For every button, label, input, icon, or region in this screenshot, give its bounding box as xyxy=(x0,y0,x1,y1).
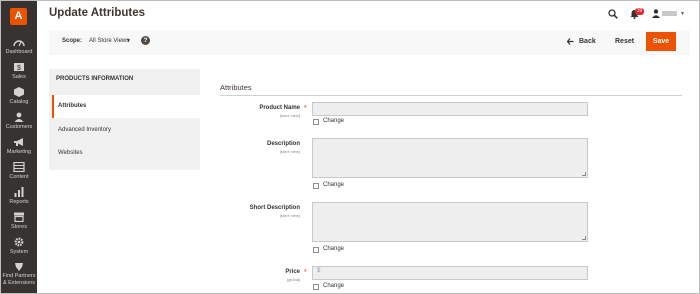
tab-websites[interactable]: Websites xyxy=(52,142,200,165)
sidebar-item-label: Catalog xyxy=(9,99,29,105)
account-name-redacted[interactable] xyxy=(662,11,677,16)
currency-symbol: $ xyxy=(317,268,321,274)
scope-note: [store view] xyxy=(279,213,300,218)
required-marker: * xyxy=(304,105,307,112)
scope-label: Scope: xyxy=(62,38,83,44)
change-label: Change xyxy=(323,283,345,289)
short-description-change-checkbox[interactable] xyxy=(313,247,319,253)
tab-attributes[interactable]: Attributes xyxy=(52,95,200,118)
sidebar-item-content[interactable]: Content xyxy=(1,162,37,181)
scope-note: [store view] xyxy=(279,113,300,118)
tab-advanced-inventory[interactable]: Advanced Inventory xyxy=(52,119,200,142)
sidebar-item-label: Customers xyxy=(5,124,33,130)
description-textarea[interactable] xyxy=(312,138,588,178)
partners-icon xyxy=(15,263,23,271)
sidebar-item-label: Reports xyxy=(9,199,29,205)
app-frame: A Dashboard $ Sales Catalog Customers Ma… xyxy=(0,0,700,294)
change-label: Change xyxy=(323,118,345,124)
scope-caret-icon[interactable]: ▼ xyxy=(126,38,131,44)
sidebar-item-system[interactable]: System xyxy=(1,237,37,256)
change-label: Change xyxy=(323,182,345,188)
svg-text:$: $ xyxy=(17,65,21,72)
page-title: Update Attributes xyxy=(49,7,146,19)
field-label-group: Short Description [store view] xyxy=(221,205,300,221)
help-icon[interactable]: ? xyxy=(141,36,150,45)
section-divider xyxy=(220,95,682,96)
resize-grip-icon[interactable] xyxy=(582,236,586,240)
product-name-label: Product Name xyxy=(259,105,300,111)
field-label-group: Description [store view] xyxy=(221,141,300,157)
price-label: Price xyxy=(285,269,300,275)
sidebar-item-partners[interactable]: Find Partners & Extensions xyxy=(1,262,37,287)
sidebar-item-label: System xyxy=(9,249,29,255)
sidebar-item-label: Stores xyxy=(11,224,27,230)
field-label-group: Price [global] xyxy=(221,269,300,285)
scope-note: [global] xyxy=(287,277,300,282)
magento-logo[interactable]: A xyxy=(10,8,27,25)
store-icon xyxy=(14,212,24,222)
sidebar-item-label: Find Partners xyxy=(2,273,36,279)
sidebar-item-label: Marketing xyxy=(6,149,32,155)
short-description-textarea[interactable] xyxy=(312,202,588,242)
change-label: Change xyxy=(323,246,345,252)
cube-icon xyxy=(14,87,24,97)
description-label: Description xyxy=(266,141,300,147)
description-change-checkbox[interactable] xyxy=(313,183,319,189)
reset-button[interactable]: Reset xyxy=(615,38,634,45)
product-name-input[interactable] xyxy=(312,102,588,116)
sidebar-item-label: Sales xyxy=(12,74,26,80)
scope-note: [store view] xyxy=(279,149,300,154)
price-change-checkbox[interactable] xyxy=(313,284,319,290)
resize-grip-icon[interactable] xyxy=(582,172,586,176)
sidebar-item-label: Dashboard xyxy=(5,49,33,55)
field-label-group: Product Name [store view] xyxy=(221,105,300,121)
search-icon[interactable] xyxy=(608,9,618,19)
logo-letter: A xyxy=(14,10,23,22)
price-input[interactable]: $ xyxy=(312,266,588,280)
account-caret-icon[interactable]: ▼ xyxy=(680,11,685,17)
sidebar-item-dashboard[interactable]: Dashboard xyxy=(1,37,37,56)
save-button[interactable]: Save xyxy=(646,32,676,51)
sidebar-item-label: & Extensions xyxy=(2,280,36,286)
section-title: Attributes xyxy=(220,83,252,92)
sidebar-item-label: Content xyxy=(9,174,29,180)
bar-chart-icon xyxy=(14,187,24,197)
layout-icon xyxy=(13,162,25,172)
notification-count-badge: 39 xyxy=(635,8,644,15)
back-button[interactable]: Back xyxy=(579,38,596,45)
sidebar-item-sales[interactable]: $ Sales xyxy=(1,62,37,81)
sidebar-item-reports[interactable]: Reports xyxy=(1,187,37,206)
dashboard-icon xyxy=(13,40,25,47)
dollar-icon: $ xyxy=(14,63,24,72)
admin-sidebar: A Dashboard $ Sales Catalog Customers Ma… xyxy=(1,1,37,293)
required-marker: * xyxy=(304,269,307,276)
sidebar-item-marketing[interactable]: Marketing xyxy=(1,137,37,156)
user-icon[interactable] xyxy=(652,9,660,18)
tabs-heading: PRODUCTS INFORMATION xyxy=(56,76,134,82)
sidebar-item-catalog[interactable]: Catalog xyxy=(1,87,37,106)
users-icon xyxy=(14,112,24,122)
scope-switcher[interactable]: All Store Views xyxy=(89,38,129,44)
arrow-left-icon[interactable] xyxy=(567,38,574,45)
gear-icon xyxy=(14,237,24,247)
short-description-label: Short Description xyxy=(249,205,300,211)
sidebar-item-stores[interactable]: Stores xyxy=(1,212,37,231)
sidebar-item-customers[interactable]: Customers xyxy=(1,112,37,131)
product-name-change-checkbox[interactable] xyxy=(313,119,319,125)
megaphone-icon xyxy=(14,138,23,146)
